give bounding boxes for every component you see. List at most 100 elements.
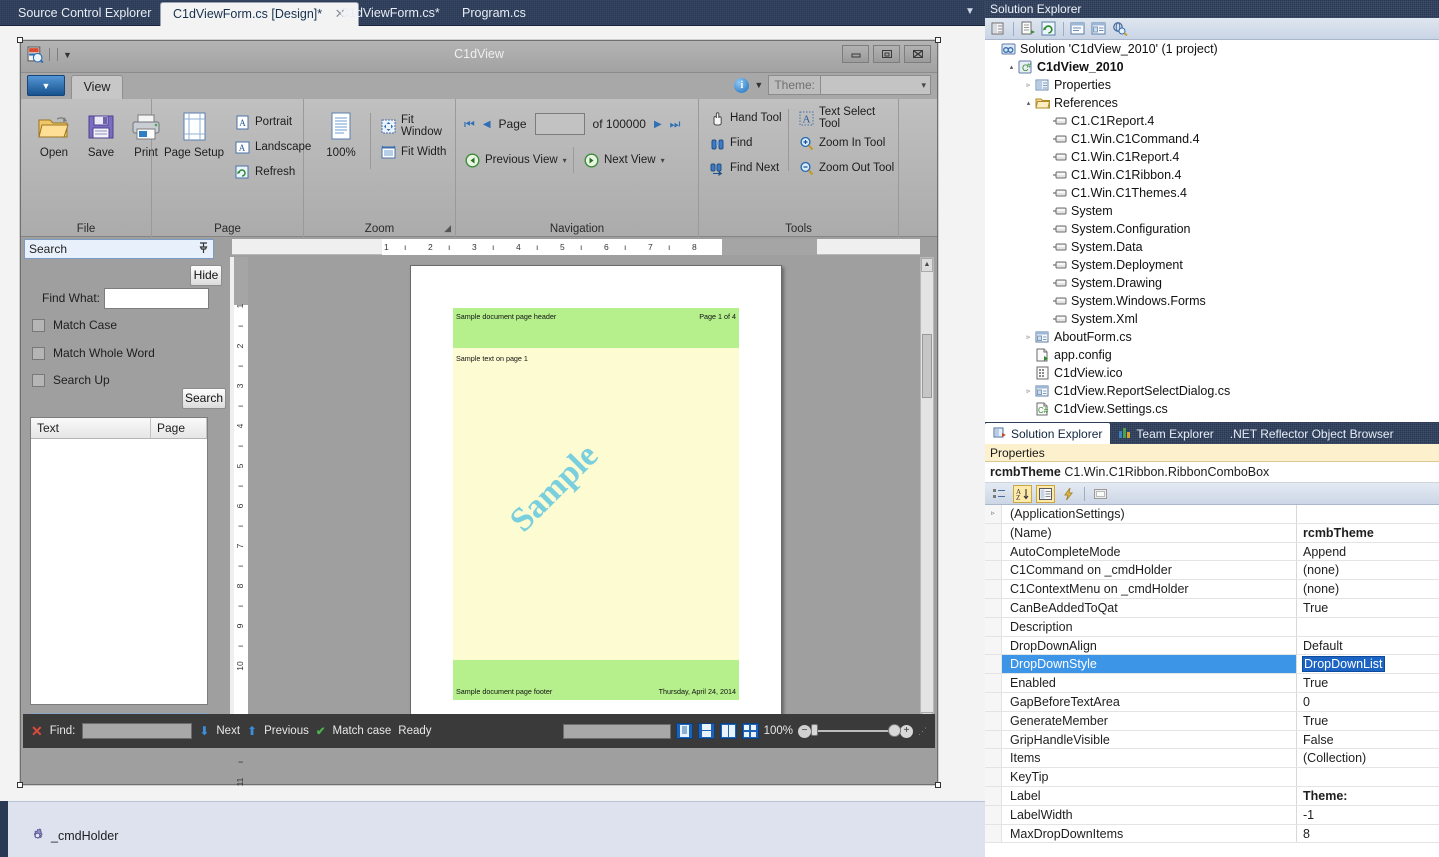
ribbon-tab-view[interactable]: View	[71, 75, 123, 99]
tab-team-explorer[interactable]: Team Explorer	[1110, 423, 1221, 444]
hide-button[interactable]: Hide	[190, 265, 222, 286]
next-page-icon[interactable]: ▶	[654, 119, 662, 130]
document-page[interactable]: Sample document page header Page 1 of 4 …	[410, 265, 782, 727]
property-value[interactable]	[1297, 768, 1439, 786]
chevron-down-icon[interactable]: ▾	[661, 156, 665, 165]
search-up-checkbox-row[interactable]: Search Up	[32, 373, 110, 387]
checkbox[interactable]	[32, 318, 45, 332]
maximize-button[interactable]	[873, 45, 900, 63]
tab-c1dviewform-cs[interactable]: C1dViewForm.cs*	[328, 1, 452, 26]
text-select-tool-button[interactable]: A Text Select Tool	[798, 106, 898, 130]
find-previous-label[interactable]: Previous	[264, 725, 309, 737]
property-value[interactable]	[1297, 618, 1439, 636]
tree-node[interactable]: System.Windows.Forms	[985, 292, 1439, 310]
property-value[interactable]: -1	[1297, 806, 1439, 824]
find-next-label[interactable]: Next	[216, 725, 240, 737]
tab-solution-explorer[interactable]: Solution Explorer	[985, 423, 1111, 444]
property-row[interactable]: MaxDropDownItems 8	[985, 824, 1439, 844]
tree-node[interactable]: C1.Win.C1Ribbon.4	[985, 166, 1439, 184]
tree-node[interactable]: ▹ C1dView.ReportSelectDialog.cs	[985, 382, 1439, 400]
property-value[interactable]: (none)	[1297, 580, 1439, 598]
categorized-icon[interactable]	[990, 485, 1009, 503]
tree-node[interactable]: app.config	[985, 346, 1439, 364]
page-navigator[interactable]: ⏮ ◀ Page of 100000 ▶ ⏭	[464, 113, 680, 135]
resize-handle[interactable]	[935, 37, 941, 43]
page-canvas[interactable]: Sample document page header Page 1 of 4 …	[250, 257, 920, 727]
zoom-out-icon[interactable]: −	[798, 724, 811, 738]
alphabetical-icon[interactable]: AZ	[1013, 484, 1032, 503]
info-icon[interactable]: i	[734, 77, 750, 93]
match-case-checkbox-row[interactable]: Match Case	[32, 318, 117, 332]
tree-node[interactable]: System.Configuration	[985, 220, 1439, 238]
property-row[interactable]: C1Command on _cmdHolder (none)	[985, 561, 1439, 581]
tree-node[interactable]: C1.Win.C1Report.4	[985, 148, 1439, 166]
application-menu-button[interactable]: ▼	[27, 75, 65, 96]
zoom-slider-knob[interactable]	[811, 724, 818, 736]
find-next-button[interactable]: Find Next	[709, 157, 779, 179]
property-row[interactable]: AutoCompleteMode Append	[985, 542, 1439, 562]
tree-node[interactable]: ▴ References	[985, 94, 1439, 112]
find-next-icon[interactable]: ⬇	[199, 724, 209, 738]
chevron-down-icon[interactable]: ▼	[754, 80, 763, 90]
page-number-input[interactable]	[534, 113, 585, 135]
component-tray[interactable]: _cmdHolder	[0, 801, 985, 857]
single-page-icon[interactable]	[675, 723, 693, 739]
column-header-text[interactable]: Text	[31, 418, 151, 438]
tree-node[interactable]: C1.Win.C1Themes.4	[985, 184, 1439, 202]
portrait-button[interactable]: A Portrait	[234, 111, 292, 133]
previous-page-icon[interactable]: ◀	[483, 119, 491, 130]
tree-node[interactable]: System.Xml	[985, 310, 1439, 328]
property-row[interactable]: LabelWidth -1	[985, 805, 1439, 825]
properties-grid[interactable]: ▹ (ApplicationSettings) (Name) rcmbTheme Aut…	[985, 505, 1439, 857]
property-row[interactable]: Items (Collection)	[985, 749, 1439, 769]
facing-icon[interactable]	[719, 723, 737, 739]
zoom-slider[interactable]	[811, 724, 901, 737]
tree-node[interactable]: ▹ AboutForm.cs	[985, 328, 1439, 346]
tree-node[interactable]: C# C1dView.Settings.cs	[985, 400, 1439, 418]
object-browser-icon[interactable]	[1111, 20, 1129, 38]
expander-expanded-icon[interactable]: ▴	[1023, 99, 1034, 107]
property-row[interactable]: C1ContextMenu on _cmdHolder (none)	[985, 580, 1439, 599]
tab-net-reflector-object-browser[interactable]: .NET Reflector Object Browser	[1222, 423, 1402, 444]
landscape-button[interactable]: A Landscape	[234, 136, 311, 158]
property-row[interactable]: Enabled True	[985, 674, 1439, 693]
search-button[interactable]: Search	[182, 388, 226, 409]
property-row[interactable]: (Name) rcmbTheme	[985, 523, 1439, 543]
property-row[interactable]: GapBeforeTextArea 0	[985, 692, 1439, 712]
property-value[interactable]: True	[1297, 674, 1439, 692]
tree-node[interactable]: C1dView.ico	[985, 364, 1439, 382]
fit-width-button[interactable]: Fit Width	[380, 141, 446, 163]
property-value[interactable]: Theme:	[1297, 787, 1439, 805]
expander-collapsed-icon[interactable]: ▹	[1023, 81, 1034, 89]
first-page-icon[interactable]: ⏮	[464, 117, 475, 132]
zoom-in-handle[interactable]	[888, 724, 901, 737]
search-results-list[interactable]: Text Page	[30, 417, 208, 705]
checkbox[interactable]	[32, 373, 45, 387]
tree-node[interactable]: System.Deployment	[985, 256, 1439, 274]
component-tray-item[interactable]: _cmdHolder	[30, 828, 118, 843]
tree-node[interactable]: ▹ Properties	[985, 76, 1439, 94]
property-row[interactable]: Label Theme:	[985, 786, 1439, 806]
match-case-label[interactable]: Match case	[332, 725, 391, 737]
properties-page-icon[interactable]	[1036, 484, 1055, 503]
property-value[interactable]: Default	[1297, 637, 1439, 655]
view-code-icon[interactable]	[1069, 20, 1087, 38]
zoom-out-tool-button[interactable]: Zoom Out Tool	[798, 157, 894, 179]
property-pages-icon[interactable]	[1091, 485, 1110, 503]
property-value[interactable]: False	[1297, 731, 1439, 749]
property-row[interactable]: Description	[985, 617, 1439, 637]
close-button[interactable]	[904, 45, 931, 63]
theme-combobox[interactable]: Theme:	[768, 75, 931, 95]
expander-expanded-icon[interactable]: ▴	[1006, 63, 1017, 71]
designer-surface[interactable]: ▼ C1dView ▼ View i ▼ Theme: ▾ Open Save …	[0, 26, 985, 801]
tree-node[interactable]: C1.C1Report.4	[985, 112, 1439, 130]
expander-collapsed-icon[interactable]: ▹	[1023, 387, 1034, 395]
grid-icon[interactable]	[741, 723, 759, 739]
pin-icon[interactable]	[198, 241, 209, 257]
match-whole-word-checkbox-row[interactable]: Match Whole Word	[32, 346, 155, 360]
zoom-in-tool-button[interactable]: Zoom In Tool	[798, 132, 885, 154]
property-value[interactable]: DropDownList	[1297, 655, 1439, 673]
property-value[interactable]: (none)	[1297, 561, 1439, 579]
tree-node[interactable]: C1.Win.C1Command.4	[985, 130, 1439, 148]
property-row[interactable]: KeyTip	[985, 768, 1439, 787]
